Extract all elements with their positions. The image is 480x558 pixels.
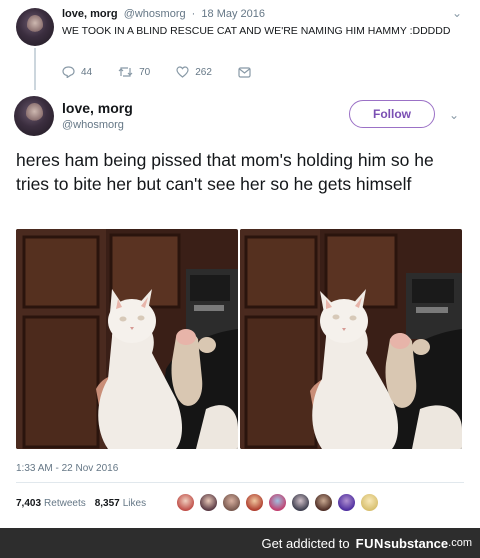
retweet-icon	[118, 67, 133, 77]
retweet-count: 70	[139, 66, 151, 78]
retweet-button[interactable]: 70	[118, 66, 150, 78]
retweets-count: 7,403	[16, 497, 42, 509]
dm-icon	[238, 66, 251, 78]
watermark-domain: .com	[448, 537, 472, 549]
liker-avatar[interactable]	[199, 493, 218, 512]
liker-avatar[interactable]	[268, 493, 287, 512]
main-tweet: love, morg @whosmorg Follow ⌄ heres ham …	[0, 90, 480, 528]
tweet-actions: 44 70 262	[62, 64, 283, 80]
divider	[16, 482, 464, 483]
display-name[interactable]: love, morg	[62, 100, 133, 116]
liker-avatar[interactable]	[176, 493, 195, 512]
watermark-cta: Get addicted to	[261, 535, 350, 551]
tweet-photo-1[interactable]	[16, 229, 238, 449]
parent-tweet: love, morg @whosmorg · 18 May 2016 ⌄ WE …	[0, 0, 480, 90]
reply-icon	[62, 66, 75, 78]
watermark-bar: Get addicted to FUN substance .com	[0, 528, 480, 558]
retweets-label: Retweets	[44, 497, 86, 509]
tweet-header: love, morg @whosmorg · 18 May 2016	[62, 8, 265, 20]
handle[interactable]: @whosmorg	[124, 8, 186, 20]
liker-avatar[interactable]	[245, 493, 264, 512]
retweets-stat[interactable]: 7,403 Retweets	[16, 498, 86, 509]
follow-button[interactable]: Follow	[349, 100, 435, 128]
liker-avatar[interactable]	[222, 493, 241, 512]
dm-button[interactable]	[238, 66, 257, 78]
liker-avatar[interactable]	[337, 493, 356, 512]
tweet-date[interactable]: 18 May 2016	[201, 8, 265, 20]
like-button[interactable]: 262	[176, 66, 212, 78]
chevron-down-icon[interactable]: ⌄	[452, 6, 462, 20]
chevron-down-icon[interactable]: ⌄	[449, 108, 459, 122]
tweet-timestamp[interactable]: 1:33 AM - 22 Nov 2016	[16, 463, 118, 474]
tweet-photo-2[interactable]	[240, 229, 462, 449]
separator: ·	[191, 8, 196, 20]
liker-avatar[interactable]	[360, 493, 379, 512]
likes-stat[interactable]: 8,357 Likes	[95, 498, 146, 509]
reply-count: 44	[81, 66, 93, 78]
likes-count: 8,357	[94, 497, 120, 509]
watermark-brand-fun: FUN	[355, 535, 384, 551]
avatar[interactable]	[16, 8, 54, 46]
tweet-text: heres ham being pissed that mom's holdin…	[16, 150, 434, 194]
watermark-brand-sub: substance	[383, 535, 449, 551]
cat-photo-image	[16, 229, 238, 449]
reply-button[interactable]: 44	[62, 66, 92, 78]
handle[interactable]: @whosmorg	[62, 119, 124, 131]
display-name[interactable]: love, morg	[62, 8, 118, 20]
avatar[interactable]	[14, 96, 54, 136]
liker-avatar[interactable]	[314, 493, 333, 512]
likes-label: Likes	[122, 497, 147, 509]
cat-photo-image	[240, 229, 462, 449]
like-icon	[176, 66, 189, 78]
tweet-text: WE TOOK IN A BLIND RESCUE CAT AND WE'RE …	[62, 25, 451, 37]
thread-line	[34, 48, 36, 90]
tweet-stats: 7,403 Retweets 8,357 Likes	[16, 492, 155, 514]
like-count: 262	[195, 66, 212, 78]
liker-avatar[interactable]	[291, 493, 310, 512]
